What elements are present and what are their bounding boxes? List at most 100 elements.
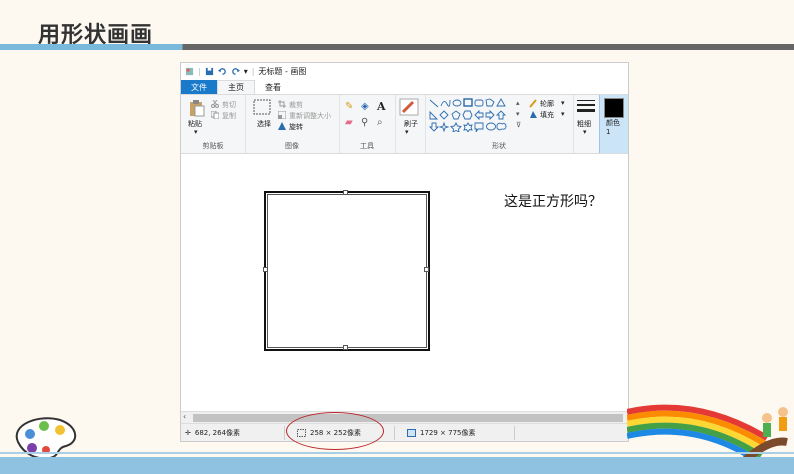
five-point-star-shape-icon — [450, 121, 462, 132]
paste-dropdown-icon[interactable]: ▾ — [194, 128, 198, 136]
resize-handle[interactable] — [263, 267, 268, 272]
paint-palette-icon — [15, 417, 76, 460]
resize-button[interactable]: 重新调整大小 — [289, 111, 331, 121]
size-dropdown-icon[interactable]: ▾ — [583, 128, 587, 136]
tab-home[interactable]: 主页 — [217, 80, 255, 94]
right-arrow-shape-icon — [485, 109, 495, 121]
paint-window: | ▾ | 无标题 - 画图 文件 主页 查看 粘贴 ▾ 剪切 复制 剪贴板 选… — [180, 62, 629, 442]
shapes-expand-icon[interactable]: ⊽ — [516, 121, 521, 129]
tab-view[interactable]: 查看 — [255, 80, 291, 94]
shapes-scroll-up-icon[interactable]: ▴ — [516, 99, 520, 107]
resize-handle[interactable] — [424, 267, 429, 272]
rotate-button[interactable]: 旋转 — [289, 122, 303, 132]
text-tool-icon[interactable]: A — [377, 100, 386, 113]
image-size-text: 1729 × 775像素 — [420, 429, 476, 437]
color1-group[interactable]: 颜色 1 — [599, 95, 628, 153]
right-triangle-shape-icon — [429, 110, 439, 120]
six-point-star-shape-icon — [463, 122, 473, 132]
polygon-shape-icon — [485, 98, 495, 107]
highlight-oval — [286, 412, 384, 450]
rect-callout-shape-icon — [474, 122, 484, 132]
fill-bucket-icon[interactable]: ◈ — [361, 101, 369, 112]
rotate-icon — [278, 122, 286, 130]
ribbon: 粘贴 ▾ 剪切 复制 剪贴板 选择 裁剪 重新调整大小 旋转 图像 ✎ ◈ A … — [181, 94, 628, 154]
line-shape-icon — [429, 99, 439, 108]
cut-icon — [211, 100, 219, 108]
fill-icon — [530, 111, 537, 118]
four-point-star-shape-icon — [438, 121, 450, 132]
outline-icon — [529, 99, 537, 108]
status-divider — [394, 426, 395, 440]
footer-line — [0, 452, 794, 454]
brushes-icon — [399, 98, 419, 116]
ribbon-tabs: 文件 主页 查看 — [181, 80, 628, 94]
tools-group-label: 工具 — [360, 142, 374, 150]
cut-button[interactable]: 剪切 — [222, 100, 236, 110]
outline-button[interactable]: 轮廓 — [540, 99, 554, 109]
tools-group: ✎ ◈ A ▰ ⚲ ⌕ 工具 — [339, 95, 396, 153]
line-size-icon — [577, 100, 595, 112]
down-arrow-shape-icon — [429, 122, 440, 132]
clipboard-group-label: 剪贴板 — [202, 142, 224, 150]
color1-swatch — [604, 98, 624, 118]
customize-quick-access-icon[interactable]: ▾ — [244, 67, 248, 76]
redo-icon[interactable] — [231, 67, 240, 76]
cloud-callout-shape-icon — [496, 122, 507, 131]
child-figure — [762, 413, 772, 423]
title-underline — [0, 44, 794, 50]
cursor-position-icon: ✛ — [185, 429, 191, 437]
color1-button[interactable]: 颜色 1 — [606, 119, 624, 137]
up-arrow-shape-icon — [495, 110, 507, 120]
undo-icon[interactable] — [217, 67, 227, 76]
outline-dropdown-icon[interactable]: ▾ — [561, 99, 565, 107]
clipboard-group: 粘贴 ▾ 剪切 复制 剪贴板 — [181, 95, 246, 153]
brushes-group: 刷子 ▾ — [395, 95, 426, 153]
copy-icon — [211, 111, 219, 119]
footer-band — [0, 457, 794, 474]
paint-app-icon — [185, 67, 194, 76]
resize-handle[interactable] — [343, 345, 348, 350]
crop-icon — [278, 100, 286, 108]
status-divider — [514, 426, 515, 440]
tab-file[interactable]: 文件 — [181, 80, 217, 94]
oval-shape-icon — [452, 99, 462, 107]
shapes-group: ▴ ▾ ⊽ 轮廓 ▾ 填充 ▾ 形状 — [425, 95, 574, 153]
select-icon — [253, 99, 271, 115]
canvas-area[interactable]: 这是正方形吗？ — [181, 169, 628, 411]
eraser-icon[interactable]: ▰ — [345, 117, 353, 128]
scroll-left-icon[interactable]: ‹ — [183, 412, 186, 421]
shapes-group-label: 形状 — [492, 142, 506, 150]
copy-button[interactable]: 复制 — [222, 111, 236, 121]
color-picker-icon[interactable]: ⚲ — [361, 117, 368, 128]
shapes-scroll-down-icon[interactable]: ▾ — [516, 110, 520, 118]
select-button[interactable]: 选择 — [257, 119, 271, 129]
curve-shape-icon — [440, 99, 451, 107]
magnifier-icon[interactable]: ⌕ — [377, 117, 383, 128]
oval-callout-shape-icon — [486, 122, 496, 131]
brushes-dropdown-icon[interactable]: ▾ — [405, 128, 409, 136]
window-title: 无标题 - 画图 — [258, 67, 307, 76]
canvas-question-text: 这是正方形吗？ — [504, 194, 602, 210]
crop-button[interactable]: 裁剪 — [289, 100, 303, 110]
fill-dropdown-icon[interactable]: ▾ — [561, 110, 565, 118]
window-titlebar: | ▾ | 无标题 - 画图 — [181, 63, 628, 80]
cursor-position-text: 682, 264像素 — [194, 429, 241, 437]
drawn-square-shape[interactable] — [264, 191, 430, 351]
save-icon[interactable] — [205, 67, 214, 76]
resize-icon — [278, 111, 286, 119]
fill-button[interactable]: 填充 — [540, 110, 554, 120]
triangle-shape-icon — [496, 98, 506, 107]
image-size: 1729 × 775像素 — [407, 428, 476, 438]
image-size-icon — [407, 429, 416, 437]
pencil-icon[interactable]: ✎ — [345, 101, 353, 112]
scrollbar-thumb[interactable] — [193, 414, 623, 422]
cursor-position: ✛ 682, 264像素 — [185, 428, 240, 438]
left-arrow-shape-icon — [474, 109, 484, 121]
status-bar: ✛ 682, 264像素 258 × 252像素 1729 × 775像素 — [181, 423, 628, 441]
paste-icon — [190, 100, 205, 117]
image-group-label: 图像 — [285, 142, 299, 150]
resize-handle[interactable] — [343, 190, 348, 195]
shapes-gallery[interactable] — [429, 98, 521, 132]
pentagon-shape-icon — [451, 110, 461, 120]
diamond-shape-icon — [439, 110, 449, 120]
